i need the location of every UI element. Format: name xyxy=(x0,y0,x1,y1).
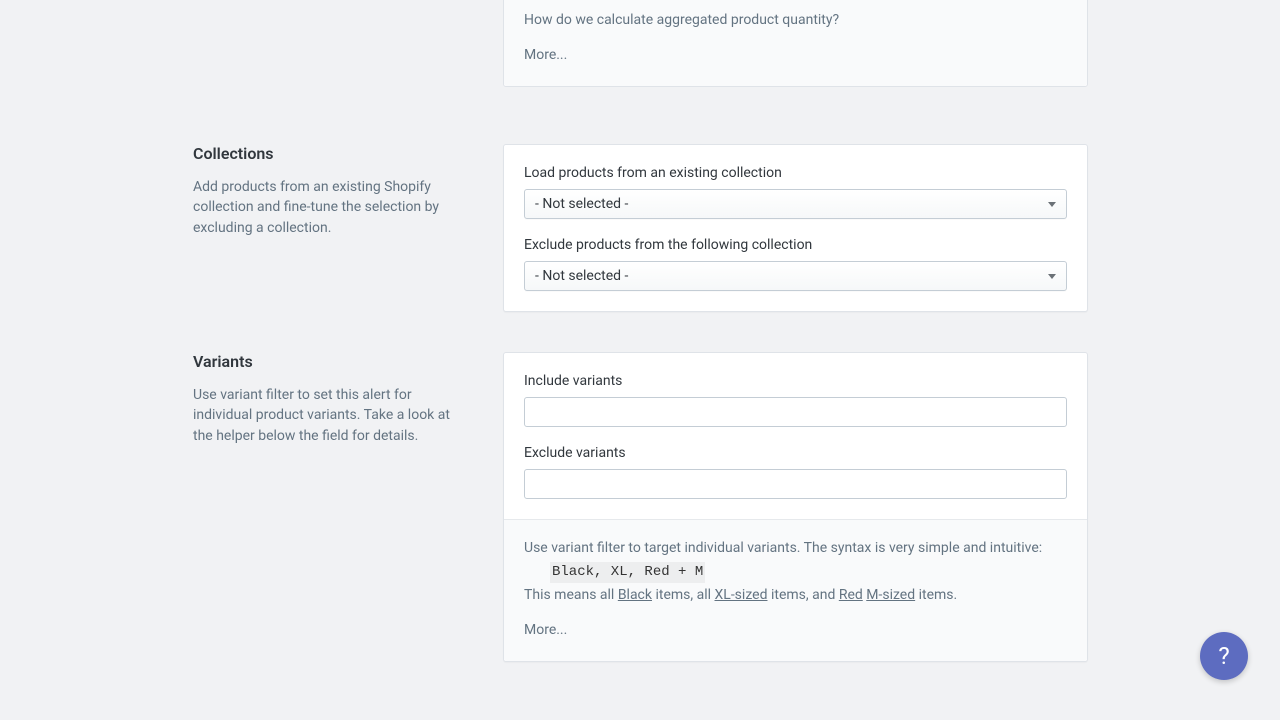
variant-example-red: Red xyxy=(839,587,863,603)
load-collection-value: - Not selected - xyxy=(535,196,628,212)
variant-example-m: M-sized xyxy=(866,587,915,603)
aggregated-quantity-note: How do we calculate aggregated product q… xyxy=(524,10,1067,31)
help-fab[interactable]: ? xyxy=(1200,632,1248,680)
collections-title: Collections xyxy=(193,144,473,163)
collections-description: Add products from an existing Shopify co… xyxy=(193,177,473,238)
question-icon: ? xyxy=(1218,642,1229,670)
variant-example-xl: XL-sized xyxy=(715,587,768,603)
variants-example-code: Black, XL, Red + M xyxy=(550,562,705,583)
variants-helper-intro: Use variant filter to target individual … xyxy=(524,538,1067,559)
variants-card: Include variants Exclude variants Use va… xyxy=(503,352,1088,662)
include-variants-label: Include variants xyxy=(524,373,1067,389)
stock-tracking-card: Track stock level by aggregated product … xyxy=(503,0,1088,87)
more-link-stock[interactable]: More... xyxy=(524,45,1067,66)
exclude-variants-label: Exclude variants xyxy=(524,445,1067,461)
load-collection-select[interactable]: - Not selected - xyxy=(524,189,1067,219)
load-collection-label: Load products from an existing collectio… xyxy=(524,165,1067,181)
variants-helper-footer: Use variant filter to target individual … xyxy=(504,519,1087,661)
exclude-variants-input[interactable] xyxy=(524,469,1067,499)
collections-section-info: Collections Add products from an existin… xyxy=(193,144,503,238)
variant-example-black: Black xyxy=(618,587,652,603)
exclude-collection-value: - Not selected - xyxy=(535,268,628,284)
include-variants-input[interactable] xyxy=(524,397,1067,427)
variants-description: Use variant filter to set this alert for… xyxy=(193,385,473,446)
more-link-variants[interactable]: More... xyxy=(524,620,1067,641)
variants-helper-explanation: This means all Black items, all XL-sized… xyxy=(524,585,1067,606)
exclude-collection-select[interactable]: - Not selected - xyxy=(524,261,1067,291)
variants-section-info: Variants Use variant filter to set this … xyxy=(193,352,503,446)
stock-tracking-footer: How do we calculate aggregated product q… xyxy=(504,0,1087,86)
variants-title: Variants xyxy=(193,352,473,371)
collections-card: Load products from an existing collectio… xyxy=(503,144,1088,312)
exclude-collection-label: Exclude products from the following coll… xyxy=(524,237,1067,253)
